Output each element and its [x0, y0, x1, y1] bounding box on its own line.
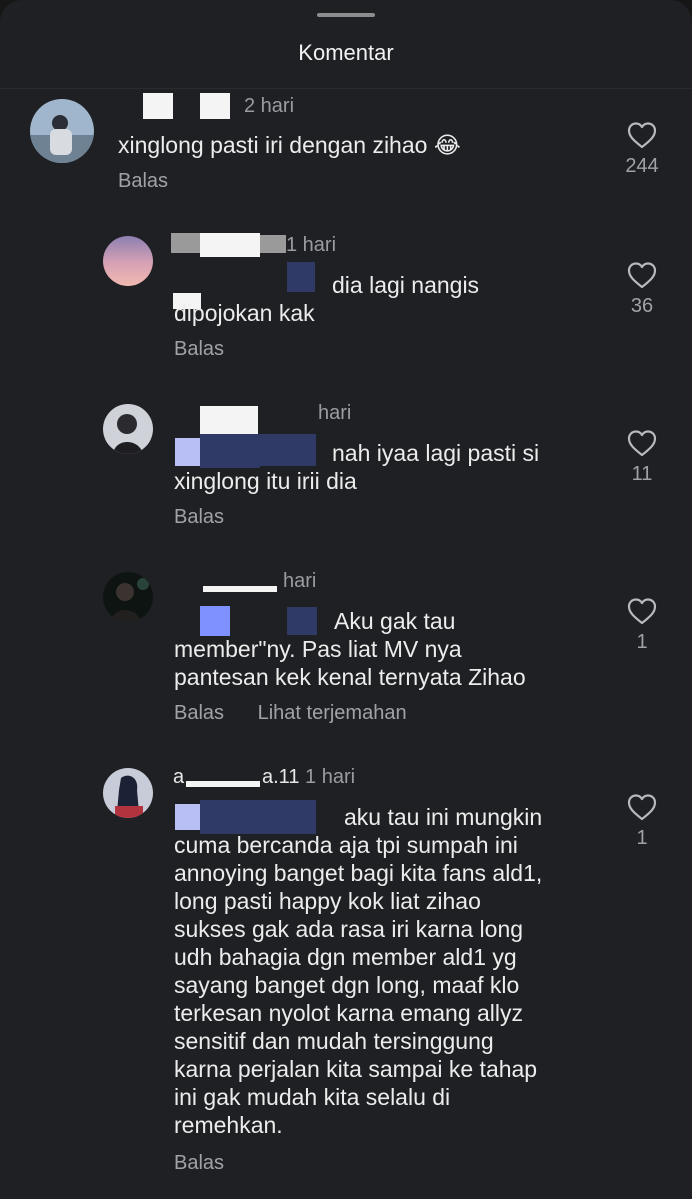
avatar[interactable] [103, 572, 153, 622]
redacted-username [143, 93, 173, 119]
comment-meta: a.11 1 hari [262, 766, 355, 789]
comment-text-body: cuma bercanda aja tpi sumpah ini annoyin… [174, 831, 542, 1139]
header-divider [0, 88, 692, 89]
redacted-username [200, 93, 230, 119]
comment-time: hari [283, 570, 317, 592]
comment-text-line: ini gak mudah kita selalu di [174, 1084, 451, 1110]
avatar[interactable] [103, 768, 153, 818]
avatar[interactable] [103, 236, 153, 286]
comment-time: 1 hari [286, 234, 337, 256]
comment-actions: Balas [174, 338, 252, 361]
redacted-username [171, 233, 201, 253]
comment-text-line: remehkan. [174, 1112, 283, 1138]
redacted-username [200, 233, 260, 257]
drag-handle[interactable] [317, 13, 375, 17]
comment-text-line: sayang banget dgn long, maaf klo [174, 972, 520, 998]
like-button[interactable]: 244 [617, 121, 667, 178]
comment-actions: Balas [174, 506, 252, 529]
heart-outline-icon [627, 598, 657, 625]
reply-button[interactable]: Balas [174, 702, 224, 724]
comment-text: dia lagi nangis [332, 272, 480, 298]
comment-text-line: sensitif dan mudah tersinggung [174, 1028, 494, 1054]
reply-button[interactable]: Balas [174, 338, 224, 360]
redacted-mention [200, 434, 260, 468]
comment-text: dipojokan kak [174, 300, 315, 326]
like-count: 36 [630, 295, 654, 317]
laughing-emoji-icon: 😂 [433, 132, 461, 158]
redacted-mention [175, 438, 201, 466]
comment-text-line: sukses gak ada rasa iri karna long [174, 916, 524, 942]
comment-time: 1 hari [305, 766, 356, 788]
redacted-mention [258, 800, 316, 834]
comment-text-line: cuma bercanda aja tpi sumpah ini [174, 832, 518, 858]
comment-text-line: udh bahagia dgn member ald1 yg [174, 944, 517, 970]
redacted-mention [200, 606, 230, 636]
reply-button[interactable]: Balas [118, 170, 168, 192]
redacted-username [203, 586, 277, 592]
redacted-mention [175, 804, 201, 830]
comment-time: 2 hari [244, 95, 295, 117]
avatar[interactable] [103, 404, 153, 454]
comment-time: hari [318, 402, 352, 424]
like-count: 11 [631, 463, 653, 485]
username-suffix: a.11 [262, 766, 300, 788]
comment-text: xinglong pasti iri dengan zihao 😂 [118, 131, 461, 159]
heart-outline-icon [627, 122, 657, 149]
comment-meta: a [173, 766, 184, 789]
comment-text-line: karna perjalan kita sampai ke tahap [174, 1056, 538, 1082]
comment-text-line: long pasti happy kok liat zihao [174, 888, 481, 914]
comment-actions: Balas [174, 1152, 252, 1175]
redacted-mention [200, 800, 258, 834]
comment-text-line: terkesan nyolot karna emang allyz [174, 1000, 524, 1026]
comment-text: aku tau ini mungkin [344, 804, 543, 830]
like-button[interactable]: 36 [617, 261, 667, 318]
redacted-mention [287, 607, 317, 635]
heart-outline-icon [627, 262, 657, 289]
comment-text: Aku gak tau [334, 608, 456, 634]
avatar[interactable] [30, 99, 94, 163]
translate-button[interactable]: Lihat terjemahan [258, 702, 407, 724]
reply-button[interactable]: Balas [174, 506, 224, 528]
comment-text: nah iyaa lagi pasti si [332, 440, 540, 466]
redacted-mention [258, 434, 316, 466]
sheet-title: Komentar [298, 40, 394, 65]
like-count: 1 [636, 827, 648, 849]
heart-outline-icon [627, 794, 657, 821]
comment-text-line: annoying banget bagi kita fans ald1, [174, 860, 543, 886]
like-button[interactable]: 11 [617, 429, 667, 486]
comment-text: member"ny. Pas liat MV nya [174, 636, 462, 662]
username-prefix: a [173, 766, 185, 788]
reply-button[interactable]: Balas [174, 1152, 224, 1174]
redacted-username [186, 781, 260, 787]
like-count: 244 [625, 155, 659, 177]
redacted-username [260, 235, 286, 253]
like-button[interactable]: 1 [617, 597, 667, 654]
like-button[interactable]: 1 [617, 793, 667, 850]
comment-text: pantesan kek kenal ternyata Zihao [174, 664, 526, 690]
comment-actions: Balas Lihat terjemahan [174, 702, 435, 725]
comment-actions: Balas [118, 170, 196, 193]
redacted-mention [287, 262, 315, 292]
comment-text: xinglong itu irii dia [174, 468, 357, 494]
heart-outline-icon [627, 430, 657, 457]
like-count: 1 [636, 631, 648, 653]
comments-sheet: Komentar 2 hari xinglong pasti iri denga… [0, 0, 692, 1199]
comment-body: xinglong pasti iri dengan zihao [118, 132, 428, 158]
